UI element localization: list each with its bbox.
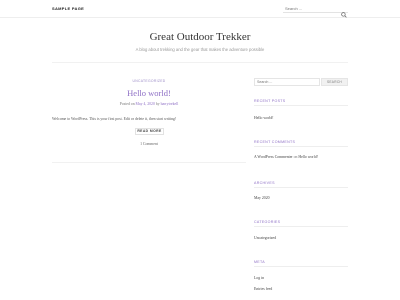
comment-post-link[interactable]: Hello world! xyxy=(298,155,318,159)
post-category[interactable]: UNCATEGORIZED xyxy=(52,79,246,83)
meta-login-link[interactable]: Log in xyxy=(254,276,348,280)
widget-divider xyxy=(254,146,348,147)
meta-entries-feed-link[interactable]: Entries feed xyxy=(254,287,348,291)
header-divider xyxy=(52,62,348,63)
sidebar-search-button[interactable]: SEARCH xyxy=(321,78,348,86)
comment-on-text: on xyxy=(293,155,298,159)
meta-title: META xyxy=(254,260,265,264)
top-bar: SAMPLE PAGE xyxy=(0,0,400,18)
post-excerpt: Welcome to WordPress. This is your first… xyxy=(52,117,177,121)
recent-comment-item: A WordPress Commenter on Hello world! xyxy=(254,155,348,159)
comments-link[interactable]: 1 Comment xyxy=(52,142,246,146)
sidebar-search-input[interactable] xyxy=(254,78,320,86)
widget-divider xyxy=(254,187,348,188)
recent-post-item[interactable]: Hello world! xyxy=(254,116,348,120)
widget-divider xyxy=(254,266,348,267)
site-description: A blog about trekking and the gear that … xyxy=(135,47,265,52)
categories-title: CATEGORIES xyxy=(254,220,281,224)
archives-title: ARCHIVES xyxy=(254,181,275,185)
recent-comments-title: RECENT COMMENTS xyxy=(254,140,296,144)
post-divider xyxy=(52,162,246,163)
nav-sample-page[interactable]: SAMPLE PAGE xyxy=(52,6,84,11)
post-meta-prefix: Posted on xyxy=(119,102,135,106)
widget-divider xyxy=(254,226,348,227)
post-author[interactable]: barrytrekell xyxy=(161,102,179,106)
search-icon[interactable] xyxy=(341,5,347,18)
site-title[interactable]: Great Outdoor Trekker xyxy=(0,31,400,43)
post-meta-by: by xyxy=(155,102,160,106)
archive-item[interactable]: May 2020 xyxy=(254,196,348,200)
sidebar-search: SEARCH xyxy=(254,78,348,86)
read-more-button[interactable]: READ MORE xyxy=(135,128,164,135)
recent-posts-title: RECENT POSTS xyxy=(254,99,286,103)
comment-author[interactable]: A WordPress Commenter xyxy=(254,155,293,159)
post-title[interactable]: Hello world! xyxy=(52,88,246,98)
post-date[interactable]: May 4, 2020 xyxy=(136,102,155,106)
category-item[interactable]: Uncategorized xyxy=(254,236,348,240)
post-meta: Posted on May 4, 2020 by barrytrekell xyxy=(52,102,246,106)
top-search-input[interactable] xyxy=(285,4,335,12)
widget-divider xyxy=(254,105,348,106)
top-search xyxy=(283,4,348,18)
